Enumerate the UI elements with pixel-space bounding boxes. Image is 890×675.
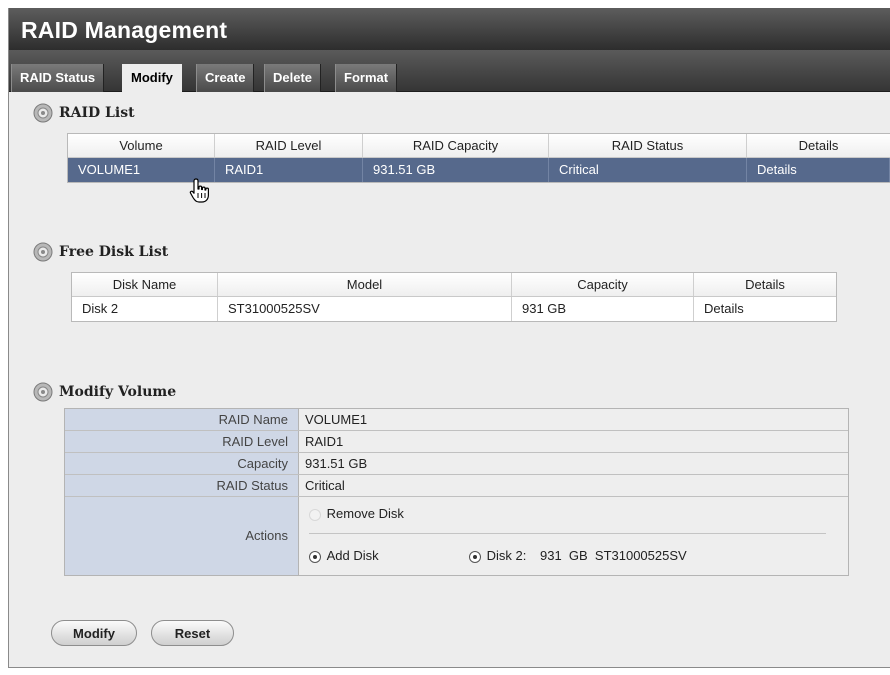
- hand-pointer-icon: [189, 178, 209, 203]
- table-header: Disk Name Model Capacity Details: [72, 273, 836, 297]
- raid-name-value: VOLUME1: [305, 412, 368, 427]
- raid-list-title: RAID List: [59, 105, 135, 121]
- details-link[interactable]: Details: [747, 158, 890, 182]
- capacity-value: 931.51 GB: [305, 456, 368, 471]
- reset-button[interactable]: Reset: [151, 620, 234, 646]
- actions-row: Actions Remove Disk Add Disk Disk 2: 931…: [65, 497, 848, 575]
- disk-2-radio[interactable]: [469, 550, 481, 563]
- gear-icon: [33, 103, 53, 123]
- actions-divider: [309, 533, 826, 534]
- capacity-row: Capacity 931.51 GB: [65, 453, 848, 475]
- tab-modify[interactable]: Modify: [122, 64, 182, 93]
- raid-list-heading: RAID List: [33, 103, 135, 123]
- raid-name-row: RAID Name VOLUME1: [65, 409, 848, 431]
- actions-label: Actions: [65, 497, 299, 575]
- add-disk-label: Add Disk: [326, 548, 379, 563]
- tab-bar: RAID Status Modify Create Delete Format: [9, 50, 890, 93]
- raid-status-row: RAID Status Critical: [65, 475, 848, 497]
- column-header[interactable]: RAID Status: [549, 134, 747, 157]
- capacity-label: Capacity: [65, 453, 299, 474]
- column-header[interactable]: Details: [747, 134, 890, 157]
- tab-delete[interactable]: Delete: [264, 64, 322, 92]
- gear-icon: [33, 242, 53, 262]
- column-header[interactable]: Details: [694, 273, 836, 296]
- raid-level-row: RAID Level RAID1: [65, 431, 848, 453]
- modify-volume-heading: Modify Volume: [33, 382, 176, 402]
- free-disk-table: Disk Name Model Capacity Details Disk 2 …: [71, 272, 837, 322]
- remove-disk-radio[interactable]: [309, 508, 321, 521]
- table-row[interactable]: Disk 2 ST31000525SV 931 GB Details: [72, 297, 836, 321]
- tab-raid-status[interactable]: RAID Status: [11, 64, 105, 92]
- disk-name-cell: Disk 2: [72, 297, 218, 321]
- raid-level-value: RAID1: [305, 434, 344, 449]
- add-disk-radio[interactable]: [309, 550, 321, 563]
- disk-option-label: Disk 2:: [486, 548, 527, 563]
- disk-option-info: 931 GB ST31000525SV: [539, 548, 687, 563]
- column-header[interactable]: Volume: [68, 134, 215, 157]
- raid-list-table: Volume RAID Level RAID Capacity RAID Sta…: [67, 133, 890, 183]
- free-disk-list-title: Free Disk List: [59, 244, 169, 260]
- raid-status-cell: Critical: [549, 158, 747, 182]
- free-disk-list-heading: Free Disk List: [33, 242, 168, 262]
- column-header[interactable]: Disk Name: [72, 273, 218, 296]
- raid-capacity-cell: 931.51 GB: [363, 158, 549, 182]
- tab-create[interactable]: Create: [196, 64, 255, 92]
- remove-disk-option: Remove Disk: [309, 505, 404, 523]
- modify-button[interactable]: Modify: [51, 620, 137, 646]
- gear-icon: [33, 382, 53, 402]
- column-header[interactable]: Model: [218, 273, 512, 296]
- page-title: RAID Management: [9, 8, 890, 50]
- raid-level-cell: RAID1: [215, 158, 363, 182]
- model-cell: ST31000525SV: [218, 297, 512, 321]
- raid-name-label: RAID Name: [65, 409, 299, 430]
- modify-volume-form: RAID Name VOLUME1 RAID Level RAID1 Capac…: [64, 408, 849, 576]
- actions-value: Remove Disk Add Disk Disk 2: 931 GB ST31…: [299, 497, 848, 575]
- column-header[interactable]: RAID Level: [215, 134, 363, 157]
- table-header: Volume RAID Level RAID Capacity RAID Sta…: [68, 134, 890, 158]
- remove-disk-label: Remove Disk: [326, 506, 404, 521]
- column-header[interactable]: Capacity: [512, 273, 694, 296]
- disk-select-option: Disk 2: 931 GB ST31000525SV: [469, 547, 687, 565]
- details-link[interactable]: Details: [694, 297, 836, 321]
- raid-management-window: RAID Management RAID Status Modify Creat…: [8, 8, 890, 668]
- column-header[interactable]: RAID Capacity: [363, 134, 549, 157]
- add-disk-option: Add Disk: [309, 547, 379, 565]
- capacity-cell: 931 GB: [512, 297, 694, 321]
- modify-volume-title: Modify Volume: [59, 384, 177, 400]
- raid-status-value: Critical: [305, 478, 345, 493]
- raid-status-label: RAID Status: [65, 475, 299, 496]
- raid-level-label: RAID Level: [65, 431, 299, 452]
- tab-format[interactable]: Format: [335, 64, 398, 92]
